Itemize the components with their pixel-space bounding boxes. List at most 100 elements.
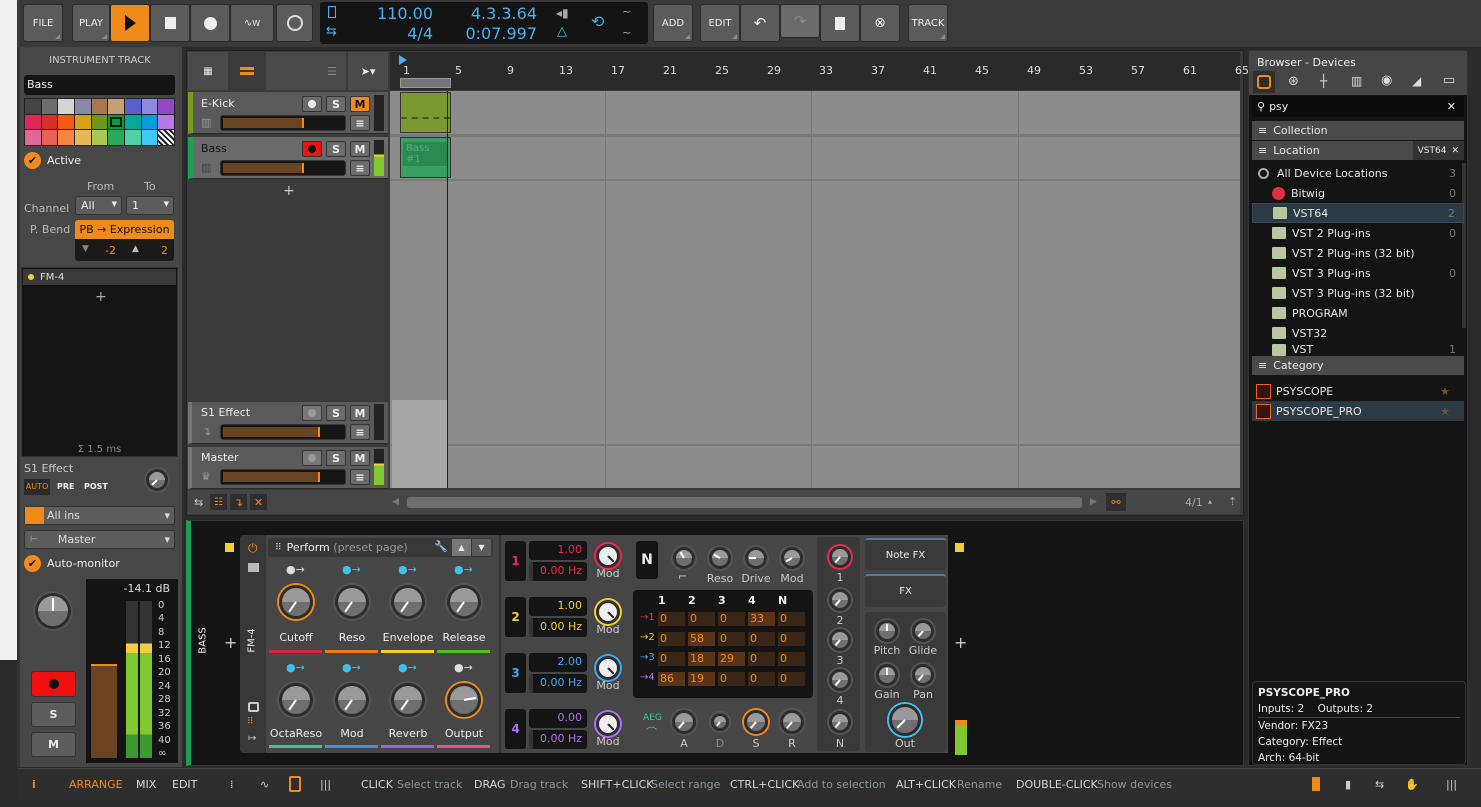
play-button[interactable]	[110, 4, 150, 42]
volume-fader[interactable]	[220, 160, 346, 176]
envelope-knob[interactable]	[744, 710, 768, 734]
effect-tracks-button[interactable]: ↴	[230, 494, 247, 510]
operator-ratio[interactable]: 1.00	[529, 541, 587, 560]
color-swatch[interactable]	[58, 99, 74, 114]
color-swatch[interactable]	[41, 130, 58, 145]
location-item[interactable]: VST 2 Plug-ins (32 bit)	[1252, 243, 1464, 263]
mix-view-button[interactable]: MIX	[136, 778, 156, 791]
automation-write-button[interactable]: ∿ W	[230, 4, 274, 42]
macro-knob[interactable]	[279, 683, 313, 717]
operator-mod-knob[interactable]	[596, 544, 620, 568]
color-swatch[interactable]	[108, 114, 124, 130]
document-icon[interactable]: ▮	[1345, 778, 1351, 791]
channel-from-dropdown[interactable]: All ▼	[75, 196, 122, 215]
operator-level-knob[interactable]	[829, 589, 851, 611]
star-icon[interactable]: ★	[1440, 405, 1450, 418]
file-button[interactable]: FILE	[23, 4, 63, 42]
position-time-display[interactable]: 0:07.997	[445, 24, 537, 43]
matrix-cell[interactable]: 29	[718, 652, 745, 666]
output-param-knob[interactable]	[876, 664, 898, 686]
track-menu-button[interactable]: ≡	[350, 115, 370, 131]
panel-toggle-icon[interactable]	[289, 776, 301, 792]
result-item[interactable]: PSYSCOPE ★	[1252, 381, 1464, 401]
record-arm-button[interactable]	[31, 671, 76, 697]
send-knob[interactable]	[146, 469, 168, 491]
clear-search-icon[interactable]: ✕	[1447, 100, 1456, 113]
color-swatch[interactable]	[158, 114, 174, 130]
info-icon[interactable]: i	[32, 778, 36, 791]
matrix-cell[interactable]: 0	[778, 672, 805, 686]
hand-icon[interactable]: ✋	[1405, 778, 1419, 791]
device-chain-item[interactable]: FM-4	[23, 269, 176, 285]
macro-knob[interactable]	[279, 585, 313, 619]
operator-level-knob[interactable]	[829, 669, 851, 691]
grid-dots-icon[interactable]: ⁞	[230, 778, 234, 791]
operator-mod-knob[interactable]	[596, 712, 620, 736]
modulation-source-icon[interactable]: ●→	[286, 563, 305, 576]
search-field[interactable]: ⚲ psy ✕	[1252, 96, 1464, 117]
groove-icon[interactable]	[328, 6, 336, 18]
browser-tab-samples[interactable]: ┼	[1320, 74, 1327, 88]
add-device-icon[interactable]: +	[95, 289, 107, 305]
location-item[interactable]: All Device Locations 3	[1252, 163, 1464, 183]
stop-button[interactable]	[150, 4, 190, 42]
location-item[interactable]: VST64 2	[1252, 203, 1464, 223]
color-swatch[interactable]	[125, 130, 141, 145]
star-icon[interactable]: ★	[1440, 385, 1450, 398]
zoom-grid-arrow-icon[interactable]: ▴	[1208, 497, 1212, 506]
macro-knob[interactable]	[335, 585, 369, 619]
close-icon[interactable]: ✕	[250, 494, 267, 510]
mute-button[interactable]: M	[350, 450, 370, 466]
volume-fader[interactable]	[220, 469, 346, 485]
punch-in-icon[interactable]: ~	[622, 5, 631, 18]
category-filter-header[interactable]: ≡ Category	[1252, 356, 1464, 375]
macro-knob[interactable]	[447, 585, 481, 619]
loop-icon[interactable]: ⟲	[591, 12, 604, 31]
color-swatch[interactable]	[41, 99, 58, 114]
location-item[interactable]: VST 2 Plug-ins 0	[1252, 223, 1464, 243]
operator-frequency[interactable]: 0.00 Hz	[529, 674, 587, 693]
matrix-cell[interactable]: 0	[778, 612, 805, 626]
operator-level-knob[interactable]	[829, 629, 851, 651]
horizontal-scrollbar[interactable]	[407, 497, 1082, 508]
color-swatch[interactable]	[125, 99, 141, 114]
location-item[interactable]: Bitwig 0	[1252, 183, 1464, 203]
folder-icon[interactable]	[248, 563, 259, 572]
envelope-knob[interactable]	[711, 713, 729, 731]
filter-knob[interactable]	[709, 547, 731, 569]
mixer-strip-icon[interactable]: |||	[320, 778, 331, 791]
browser-tab-multisamples[interactable]: ▥	[1351, 74, 1362, 88]
pbend-mode-button[interactable]: PB → Expression	[75, 220, 174, 239]
track-button[interactable]: TRACK	[908, 4, 948, 42]
modulation-source-icon[interactable]: ●→	[398, 661, 417, 674]
location-item[interactable]: VST 3 Plug-ins (32 bit)	[1252, 283, 1464, 303]
active-checkbox[interactable]: ✔	[24, 152, 41, 169]
operator-mod-knob[interactable]	[596, 600, 620, 624]
modulator-icon[interactable]: ↦	[248, 733, 256, 744]
matrix-cell[interactable]: 19	[688, 672, 715, 686]
inspector-toggle-icon[interactable]	[1312, 777, 1320, 791]
color-swatch[interactable]	[158, 99, 174, 114]
output-param-knob[interactable]	[912, 620, 934, 642]
matrix-cell[interactable]: 0	[658, 612, 685, 626]
track-menu-button[interactable]: ≡	[350, 424, 370, 440]
close-icon[interactable]: ✕	[1451, 146, 1459, 156]
mute-button[interactable]: M	[350, 96, 370, 112]
timeline-ruler[interactable]	[390, 52, 1240, 90]
color-swatch[interactable]	[75, 130, 91, 145]
filter-knob[interactable]	[673, 547, 695, 569]
page-up-button[interactable]: ▲	[452, 539, 471, 556]
color-swatch[interactable]	[25, 130, 41, 145]
fx-slot[interactable]: FX	[865, 574, 946, 607]
matrix-cell[interactable]: 86	[658, 672, 685, 686]
color-swatch[interactable]	[141, 114, 158, 130]
record-button[interactable]	[190, 4, 230, 42]
matrix-cell[interactable]: 0	[658, 652, 685, 666]
operator-frequency[interactable]: 0.00 Hz	[529, 618, 587, 637]
channel-to-dropdown[interactable]: 1 ▼	[126, 196, 174, 215]
redo-button[interactable]: ↷	[780, 4, 820, 38]
modulation-source-icon[interactable]: ●→	[342, 661, 361, 674]
result-item[interactable]: PSYSCOPE_PRO ★	[1252, 401, 1464, 421]
pan-knob[interactable]	[35, 593, 71, 629]
io-icon[interactable]: ⇆	[1375, 778, 1384, 791]
